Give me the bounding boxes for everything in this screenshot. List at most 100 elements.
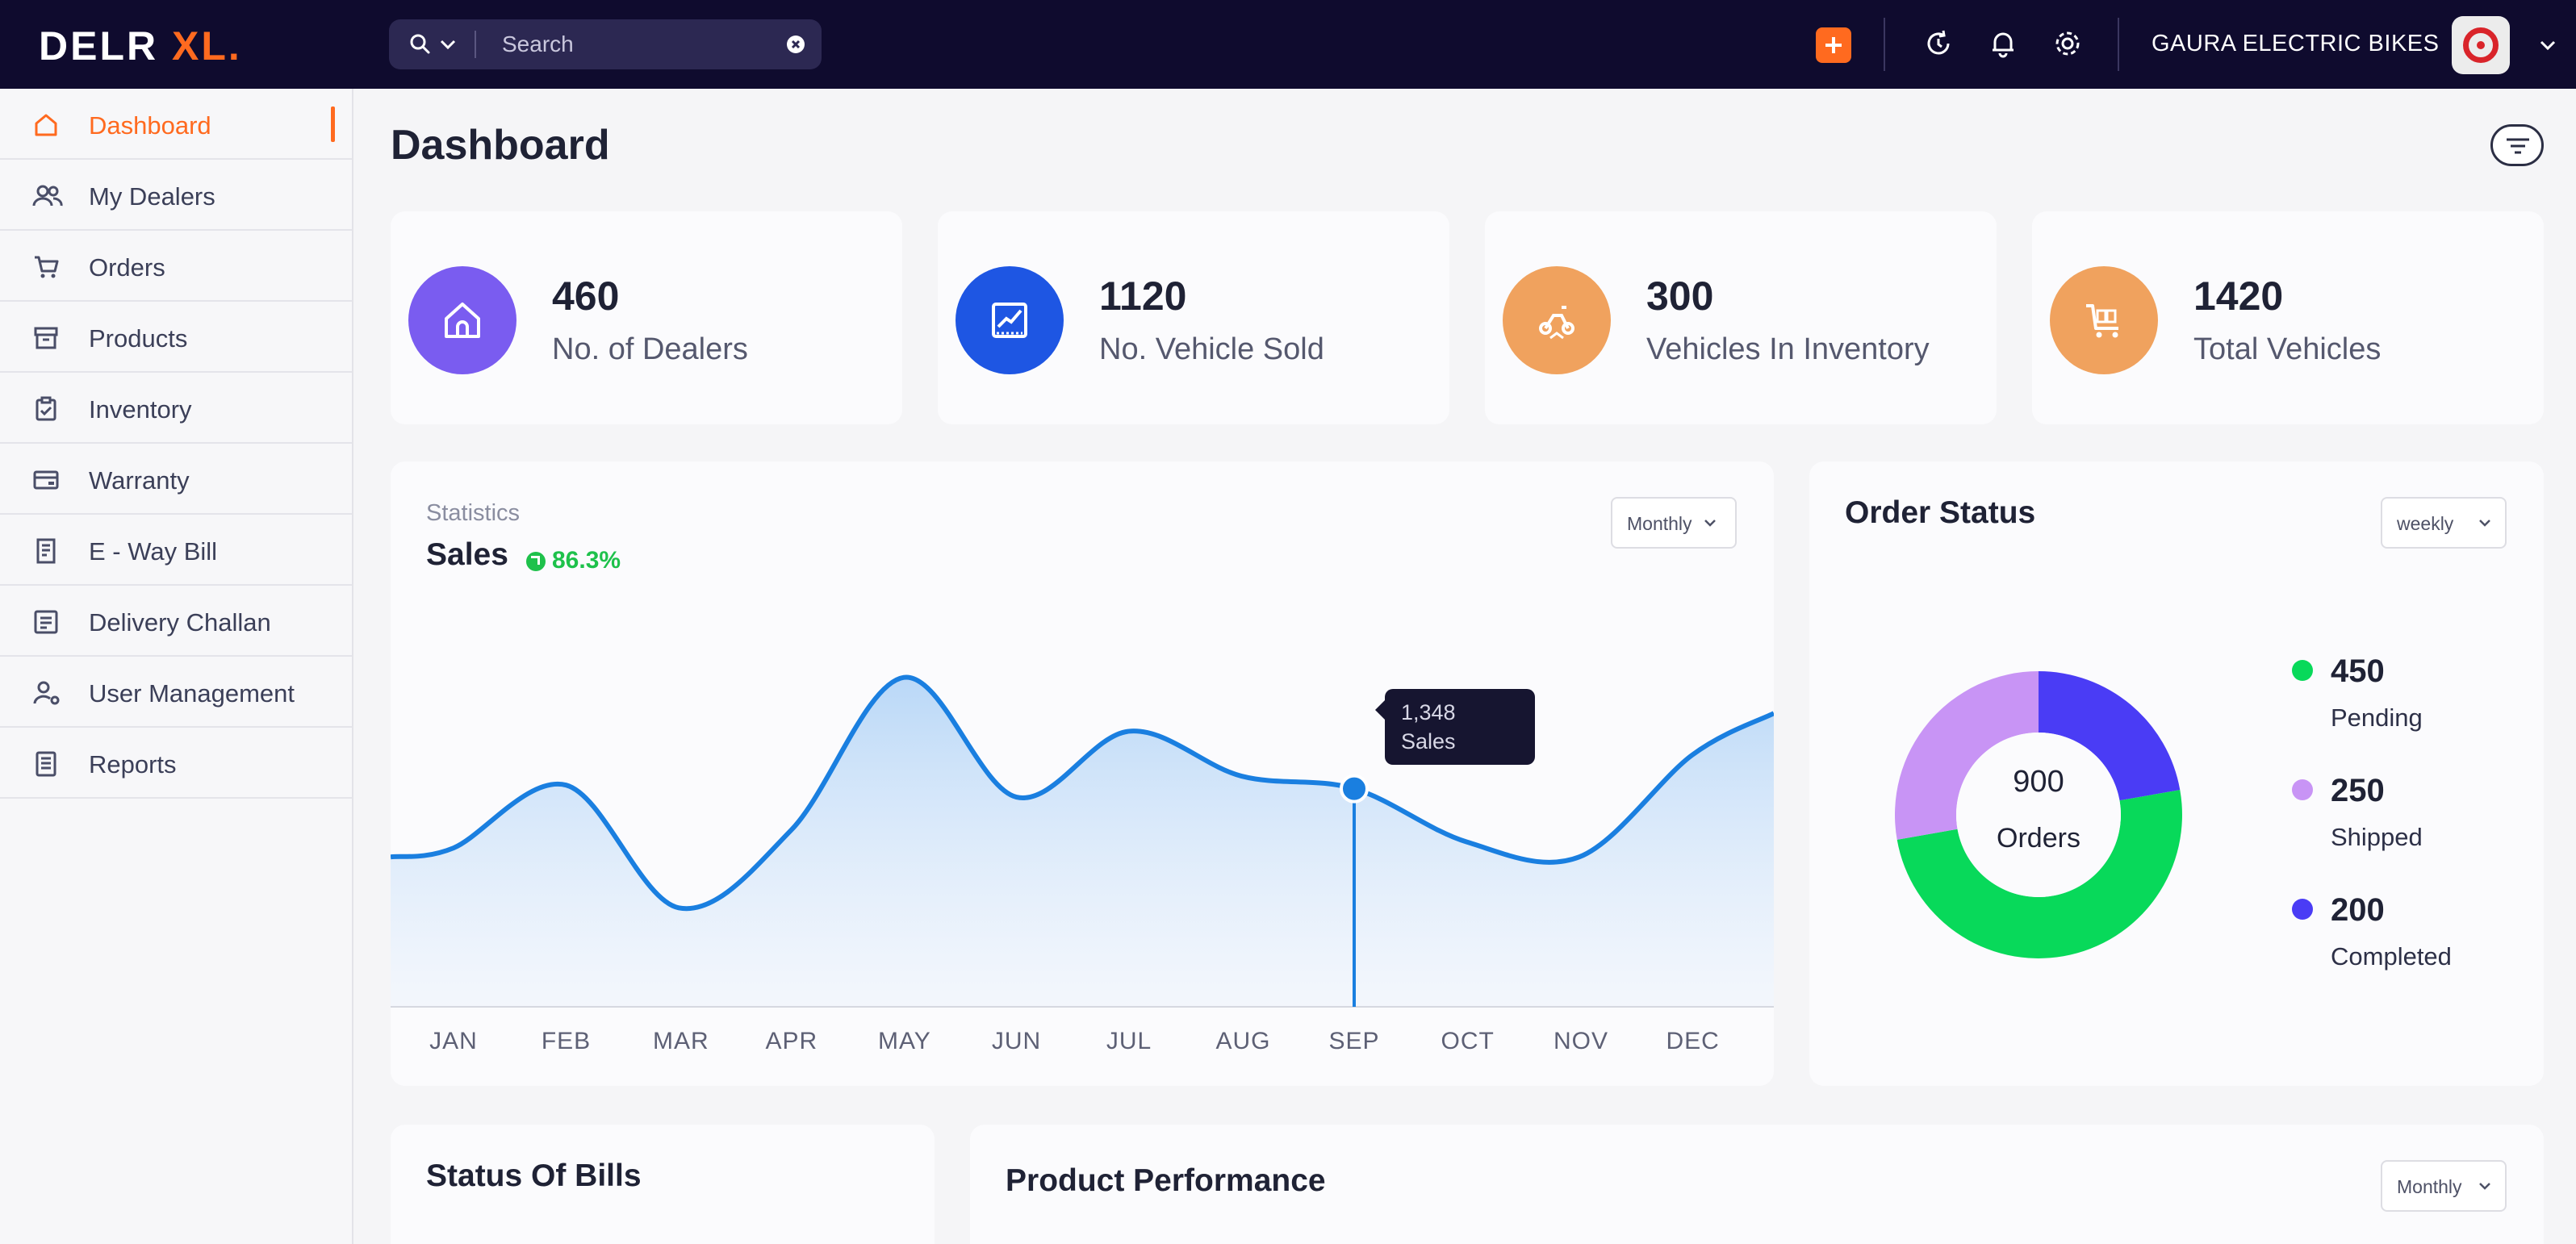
tooltip-label: Sales: [1401, 729, 1456, 753]
x-tick-label: SEP: [1328, 1028, 1380, 1054]
sidebar-item-reports[interactable]: Reports: [0, 728, 352, 799]
sidebar-item-e-way-bill[interactable]: E - Way Bill: [0, 515, 352, 586]
stat-value: 460: [552, 273, 620, 319]
active-indicator: [331, 106, 335, 142]
sales-title: Sales: [426, 537, 508, 572]
filter-icon: [2507, 138, 2529, 154]
sidebar: Dashboard My Dealers Orders Products Inv…: [0, 89, 353, 1244]
stat-card-inventory[interactable]: 300 Vehicles In Inventory: [1485, 211, 1997, 424]
bell-icon[interactable]: [1987, 27, 2019, 60]
sales-data-point[interactable]: [1574, 852, 1584, 862]
home-icon: [35, 114, 57, 136]
trend-up-icon: [526, 552, 546, 571]
sidebar-item-products[interactable]: Products: [0, 302, 352, 373]
sidebar-item-label: Delivery Challan: [89, 608, 271, 637]
x-tick-label: AUG: [1215, 1028, 1271, 1054]
sales-sublabel: Statistics: [426, 500, 521, 526]
cart-icon: [35, 256, 59, 278]
sidebar-item-my-dealers[interactable]: My Dealers: [0, 160, 352, 231]
stat-icon-circle: [408, 266, 516, 374]
stat-card-vehicles-sold[interactable]: 1120 No. Vehicle Sold: [938, 211, 1449, 424]
sales-data-point[interactable]: [674, 903, 684, 912]
stat-value: 300: [1646, 273, 1714, 319]
x-tick-label: OCT: [1441, 1028, 1495, 1054]
gear-icon[interactable]: [2051, 27, 2084, 60]
sales-data-point[interactable]: [787, 825, 797, 835]
x-tick-label: DEC: [1666, 1028, 1720, 1054]
dropdown-label: weekly: [2397, 513, 2454, 534]
sidebar-item-label: Inventory: [89, 395, 192, 424]
order-status-donut: [1895, 671, 2182, 958]
sales-data-point[interactable]: [1124, 726, 1134, 736]
stat-card-total-vehicles[interactable]: 1420 Total Vehicles: [2032, 211, 2544, 424]
header-divider: [2118, 18, 2119, 71]
company-name[interactable]: GAURA ELECTRIC BIKES: [2152, 31, 2440, 57]
x-tick-label: MAY: [878, 1028, 931, 1054]
chevron-down-icon[interactable]: [2539, 39, 2557, 52]
legend-value: 450: [2331, 653, 2385, 689]
x-tick-label: FEB: [541, 1028, 592, 1054]
sidebar-item-dashboard[interactable]: Dashboard: [0, 89, 352, 160]
sidebar-item-inventory[interactable]: Inventory: [0, 373, 352, 444]
user-cog-icon: [33, 681, 60, 705]
highlight-point[interactable]: [1340, 774, 1369, 804]
sidebar-item-label: Products: [89, 324, 188, 353]
bills-title: Status Of Bills: [426, 1158, 642, 1193]
clipboard-icon: [36, 396, 56, 421]
report-icon: [36, 751, 56, 777]
legend-dot-shipped: [2292, 779, 2313, 800]
stat-label: No. Vehicle Sold: [1099, 332, 1324, 366]
stat-icon-circle: [1503, 266, 1611, 374]
legend-dot-pending: [2292, 660, 2313, 681]
sales-data-point[interactable]: [1237, 771, 1247, 781]
sidebar-item-delivery-challan[interactable]: Delivery Challan: [0, 586, 352, 657]
sales-data-point[interactable]: [1012, 792, 1022, 802]
app-logo[interactable]: DELR XL.: [39, 23, 242, 69]
sidebar-item-label: Orders: [89, 253, 165, 282]
sales-data-point[interactable]: [1687, 750, 1697, 760]
sidebar-item-user-management[interactable]: User Management: [0, 657, 352, 728]
search-box[interactable]: [389, 19, 1148, 69]
add-button[interactable]: [1816, 27, 1851, 63]
sales-data-point[interactable]: [449, 843, 458, 853]
legend-label: Completed: [2331, 942, 2452, 971]
chart-icon: [992, 303, 1027, 338]
cart-icon: [2086, 304, 2118, 338]
avatar[interactable]: [2452, 16, 2510, 74]
chevron-down-icon: [2479, 1183, 2490, 1190]
sales-area-fill: [391, 677, 1774, 1007]
filter-button[interactable]: [2490, 124, 2544, 166]
search-input[interactable]: [502, 30, 1148, 59]
sales-data-point[interactable]: [1462, 837, 1472, 847]
sidebar-item-label: My Dealers: [89, 182, 215, 211]
chevron-down-icon[interactable]: [439, 37, 457, 52]
dropdown-label: Monthly: [2397, 1176, 2462, 1197]
product-performance-title: Product Performance: [1006, 1163, 1326, 1198]
refresh-icon[interactable]: [1922, 27, 1955, 60]
sales-data-point[interactable]: [562, 780, 571, 790]
order-period-dropdown[interactable]: weekly: [2381, 497, 2507, 549]
users-icon: [32, 185, 63, 207]
donut-hole: [1956, 733, 2121, 897]
sales-period-dropdown[interactable]: Monthly: [1611, 497, 1737, 549]
sidebar-item-orders[interactable]: Orders: [0, 231, 352, 302]
stat-icon-circle: [2050, 266, 2158, 374]
stat-card-dealers[interactable]: 460 No. of Dealers: [391, 211, 902, 424]
search-icon[interactable]: [408, 32, 433, 56]
order-status-title: Order Status: [1845, 495, 2036, 530]
sales-data-point[interactable]: [899, 673, 909, 683]
sales-area-chart: [391, 673, 1774, 1008]
x-tick-label: JUL: [1106, 1028, 1152, 1054]
legend-label: Shipped: [2331, 823, 2423, 851]
x-tick-label: MAR: [653, 1028, 709, 1054]
stat-label: Total Vehicles: [2193, 332, 2382, 366]
legend-value: 200: [2331, 892, 2385, 928]
top-bar: DELR XL. GAURA ELECTRIC BIKES: [0, 0, 2576, 89]
sidebar-item-warranty[interactable]: Warranty: [0, 444, 352, 515]
clear-icon[interactable]: [786, 35, 805, 54]
dropdown-label: Monthly: [1627, 513, 1692, 534]
donut-total-label: Orders: [1997, 823, 2080, 854]
stat-value: 1420: [2193, 273, 2284, 319]
performance-period-dropdown[interactable]: Monthly: [2381, 1160, 2507, 1212]
stat-label: Vehicles In Inventory: [1646, 332, 1930, 366]
